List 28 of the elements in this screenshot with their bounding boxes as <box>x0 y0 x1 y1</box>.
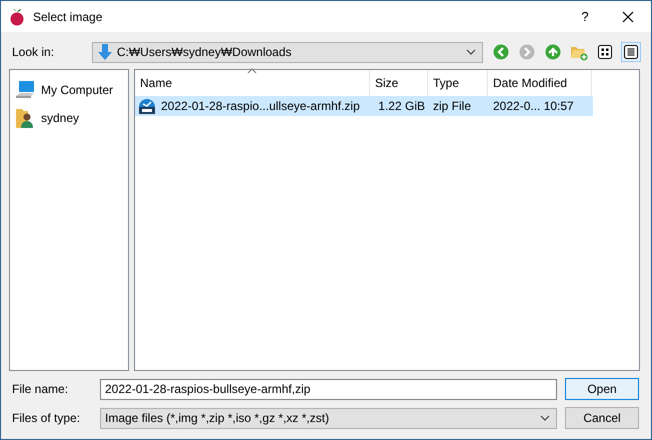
open-button[interactable]: Open <box>565 378 639 400</box>
computer-icon <box>15 80 35 100</box>
window-title: Select image <box>33 10 104 24</box>
sort-icon <box>247 68 257 74</box>
cancel-button[interactable]: Cancel <box>565 407 639 429</box>
close-icon[interactable] <box>622 10 634 22</box>
file-name-field[interactable]: 2022-01-28-raspios-bullseye-armhf,zip <box>100 378 557 400</box>
file-name: 2022-01-28-raspio...ullseye-armhf.zip <box>161 99 360 113</box>
file-type-label: Files of type: <box>12 411 82 425</box>
download-arrow-icon <box>96 43 113 61</box>
raspberry-icon <box>9 8 25 26</box>
user-folder-icon <box>15 107 35 129</box>
detail-view-button[interactable] <box>621 42 641 62</box>
help-button[interactable]: ? <box>565 9 605 24</box>
back-icon[interactable] <box>493 44 509 60</box>
file-type-dropdown[interactable]: Image files (*,img *,zip *,iso *,gz *,xz *,zst) <box>100 408 557 428</box>
look-in-dropdown[interactable]: C:₩Users₩sydney₩Downloads <box>92 42 483 62</box>
zip-file-icon <box>138 97 156 115</box>
icon-view-button[interactable] <box>595 42 615 62</box>
file-row[interactable]: 2022-01-28-raspio...ullseye-armhf.zip 1.22 GiB zip File 2022-0... 10:57 <box>135 96 593 116</box>
up-icon[interactable] <box>545 44 561 60</box>
sidebar-item[interactable]: My Computer <box>41 83 114 97</box>
file-size: 1.22 GiB <box>377 99 426 113</box>
file-name-label: File name: <box>12 382 70 396</box>
look-in-label: Look in: <box>12 45 56 59</box>
sidebar-item[interactable]: sydney <box>41 111 80 125</box>
file-type: zip File <box>432 99 472 113</box>
file-date: 2022-0... 10:57 <box>492 99 575 113</box>
